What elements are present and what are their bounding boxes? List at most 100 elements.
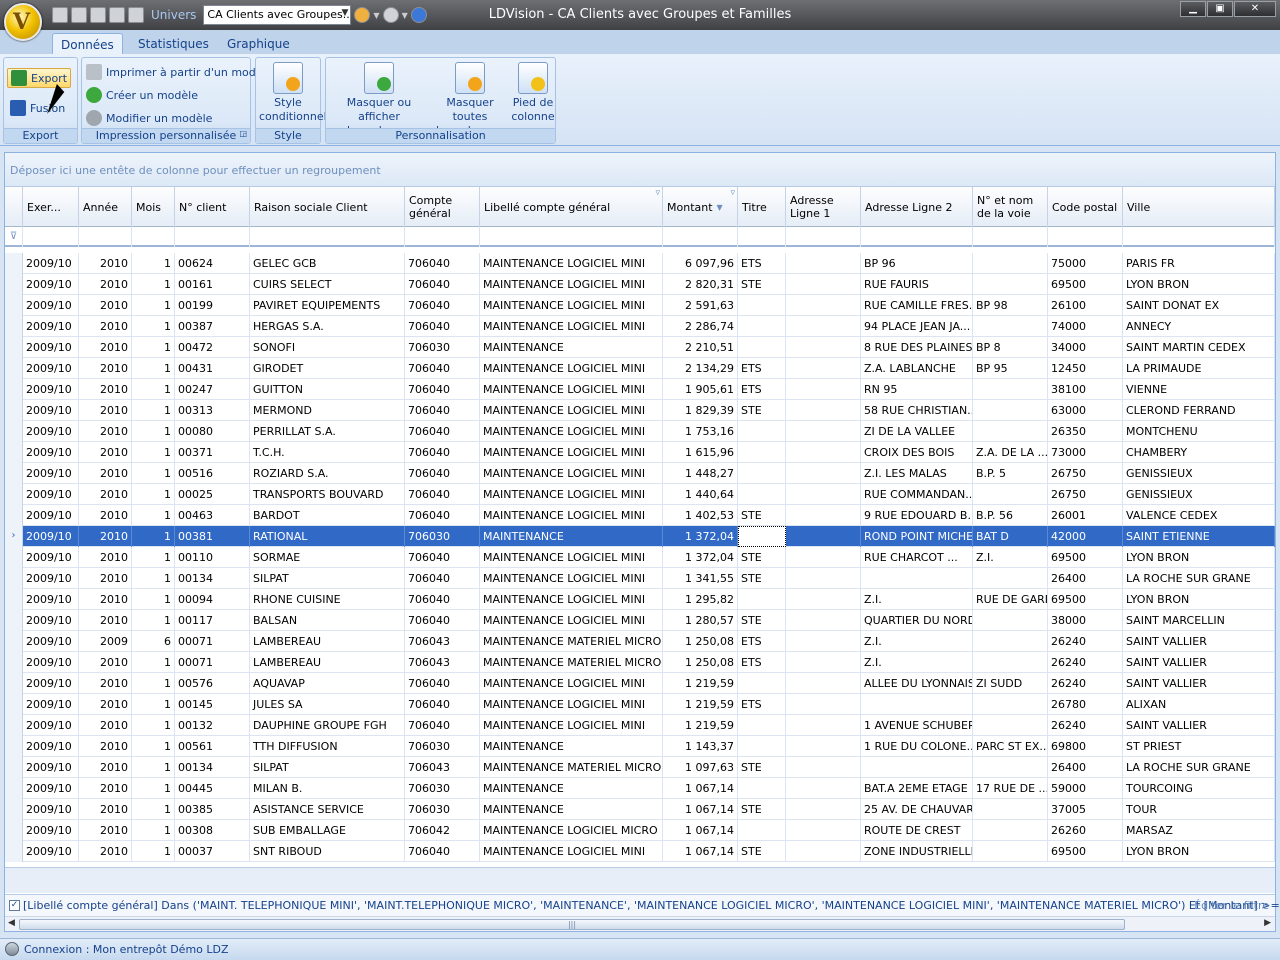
table-cell[interactable]: 1 [132, 610, 175, 631]
filter-cell[interactable] [132, 227, 175, 247]
table-row[interactable]: 2009/10 2010 1 00445 MILAN B. 706030 MAINTENAN… [5, 778, 1275, 799]
table-cell[interactable] [738, 778, 786, 799]
table-cell[interactable]: LYON BRON [1123, 589, 1275, 610]
row-indicator[interactable] [5, 589, 23, 610]
column-header[interactable]: Code postal [1048, 187, 1123, 227]
table-cell[interactable] [973, 610, 1048, 631]
table-cell[interactable]: 1 [132, 841, 175, 862]
table-cell[interactable]: 2010 [79, 547, 132, 568]
table-cell[interactable]: 2010 [79, 379, 132, 400]
table-cell[interactable]: 2009/10 [23, 442, 79, 463]
table-cell[interactable]: MAINTENANCE LOGICIEL MINI [480, 463, 663, 484]
table-cell[interactable] [738, 295, 786, 316]
table-cell[interactable] [973, 568, 1048, 589]
table-cell[interactable]: 1 AVENUE SCHUBERT [861, 715, 973, 736]
table-cell[interactable]: Z.A. DE LA ... [973, 442, 1048, 463]
table-cell[interactable]: 2009/10 [23, 421, 79, 442]
table-cell[interactable]: 1 402,53 [663, 505, 738, 526]
table-cell[interactable]: 00385 [175, 799, 250, 820]
show-hide-columns-button[interactable]: Masquer ou afficher des colonnes [328, 62, 430, 138]
table-cell[interactable]: 26400 [1048, 568, 1123, 589]
table-cell[interactable]: 94 PLACE JEAN JA... [861, 316, 973, 337]
table-cell[interactable]: 2010 [79, 841, 132, 862]
table-cell[interactable]: VIENNE [1123, 379, 1275, 400]
table-cell[interactable]: 706040 [405, 295, 480, 316]
table-cell[interactable]: 69800 [1048, 736, 1123, 757]
table-cell[interactable]: BP 98 [973, 295, 1048, 316]
table-cell[interactable]: 58 RUE CHRISTIAN... [861, 400, 973, 421]
table-cell[interactable]: 00117 [175, 610, 250, 631]
table-cell[interactable]: 2009/10 [23, 505, 79, 526]
table-cell[interactable]: MAINTENANCE [480, 799, 663, 820]
table-cell[interactable]: 2009/10 [23, 610, 79, 631]
table-row[interactable]: 2009/10 2010 1 00385 ASISTANCE SERVICE 706030… [5, 799, 1275, 820]
table-cell[interactable]: 2009/10 [23, 673, 79, 694]
table-cell[interactable]: RN 95 [861, 379, 973, 400]
table-cell[interactable]: 2009 [79, 631, 132, 652]
table-cell[interactable]: 1 [132, 757, 175, 778]
table-cell[interactable]: MONTCHENU [1123, 421, 1275, 442]
row-indicator[interactable] [5, 652, 23, 673]
table-cell[interactable]: GUITTON [250, 379, 405, 400]
table-cell[interactable]: MAINTENANCE [480, 526, 663, 547]
row-indicator[interactable] [5, 442, 23, 463]
table-cell[interactable]: 706040 [405, 316, 480, 337]
table-cell[interactable]: 1 [132, 421, 175, 442]
table-cell[interactable]: 2009/10 [23, 589, 79, 610]
column-header[interactable]: Montant ▼ ▿ [663, 187, 738, 227]
table-cell[interactable]: 1 [132, 274, 175, 295]
hide-all-columns-button[interactable]: Masquer toutes les colonnes [430, 62, 510, 138]
table-cell[interactable] [786, 358, 861, 379]
table-row[interactable]: 2009/10 2010 1 00071 LAMBEREAU 706043 MAINTENA… [5, 652, 1275, 673]
table-cell[interactable] [786, 673, 861, 694]
table-cell[interactable]: 00381 [175, 526, 250, 547]
table-cell[interactable]: RUE COMMANDAN... [861, 484, 973, 505]
table-cell[interactable]: SNT RIBOUD [250, 841, 405, 862]
table-cell[interactable]: MAINTENANCE LOGICIEL MINI [480, 568, 663, 589]
table-cell[interactable]: PARC ST EX... [973, 736, 1048, 757]
table-cell[interactable]: 706040 [405, 442, 480, 463]
table-cell[interactable]: 73000 [1048, 442, 1123, 463]
group-by-panel[interactable]: Déposer ici une entête de colonne pour e… [5, 153, 1275, 187]
table-cell[interactable]: MAINTENANCE MATERIEL MICRO [480, 757, 663, 778]
table-cell[interactable] [786, 841, 861, 862]
table-cell[interactable]: 1 [132, 379, 175, 400]
table-cell[interactable]: 1 615,96 [663, 442, 738, 463]
table-cell[interactable]: ETS [738, 694, 786, 715]
table-cell[interactable] [786, 463, 861, 484]
table-cell[interactable]: 706040 [405, 589, 480, 610]
column-header[interactable]: Libellé compte général ▿ [480, 187, 663, 227]
table-cell[interactable] [786, 715, 861, 736]
table-cell[interactable]: 2009/10 [23, 568, 79, 589]
row-indicator[interactable] [5, 757, 23, 778]
row-indicator[interactable] [5, 274, 23, 295]
table-cell[interactable]: BP 8 [973, 337, 1048, 358]
conditional-style-button[interactable]: Style conditionnel [259, 62, 327, 124]
table-cell[interactable]: DAUPHINE GROUPE FGH [250, 715, 405, 736]
table-cell[interactable]: LYON BRON [1123, 547, 1275, 568]
tab-graphique[interactable]: Graphique [219, 33, 298, 54]
table-cell[interactable]: 12450 [1048, 358, 1123, 379]
table-cell[interactable] [786, 274, 861, 295]
table-cell[interactable]: 706040 [405, 694, 480, 715]
table-cell[interactable]: MAINTENANCE LOGICIEL MINI [480, 715, 663, 736]
table-cell[interactable]: 706040 [405, 547, 480, 568]
table-cell[interactable]: 2009/10 [23, 694, 79, 715]
table-cell[interactable]: 706040 [405, 568, 480, 589]
table-cell[interactable]: Z.A. LABLANCHE [861, 358, 973, 379]
table-cell[interactable] [738, 526, 786, 547]
filter-cell[interactable] [663, 227, 738, 247]
table-cell[interactable]: CUIRS SELECT [250, 274, 405, 295]
table-cell[interactable]: 706040 [405, 610, 480, 631]
column-header[interactable]: Titre [738, 187, 786, 227]
table-row[interactable]: 2009/10 2010 1 00516 ROZIARD S.A. 706040 MAINT… [5, 463, 1275, 484]
table-cell[interactable]: 38000 [1048, 610, 1123, 631]
table-cell[interactable]: 2009/10 [23, 379, 79, 400]
row-indicator[interactable] [5, 463, 23, 484]
table-cell[interactable]: 2009/10 [23, 841, 79, 862]
table-cell[interactable]: TOURCOING [1123, 778, 1275, 799]
table-cell[interactable]: 1 [132, 295, 175, 316]
table-cell[interactable]: 1 341,55 [663, 568, 738, 589]
table-cell[interactable] [738, 442, 786, 463]
row-indicator[interactable] [5, 484, 23, 505]
